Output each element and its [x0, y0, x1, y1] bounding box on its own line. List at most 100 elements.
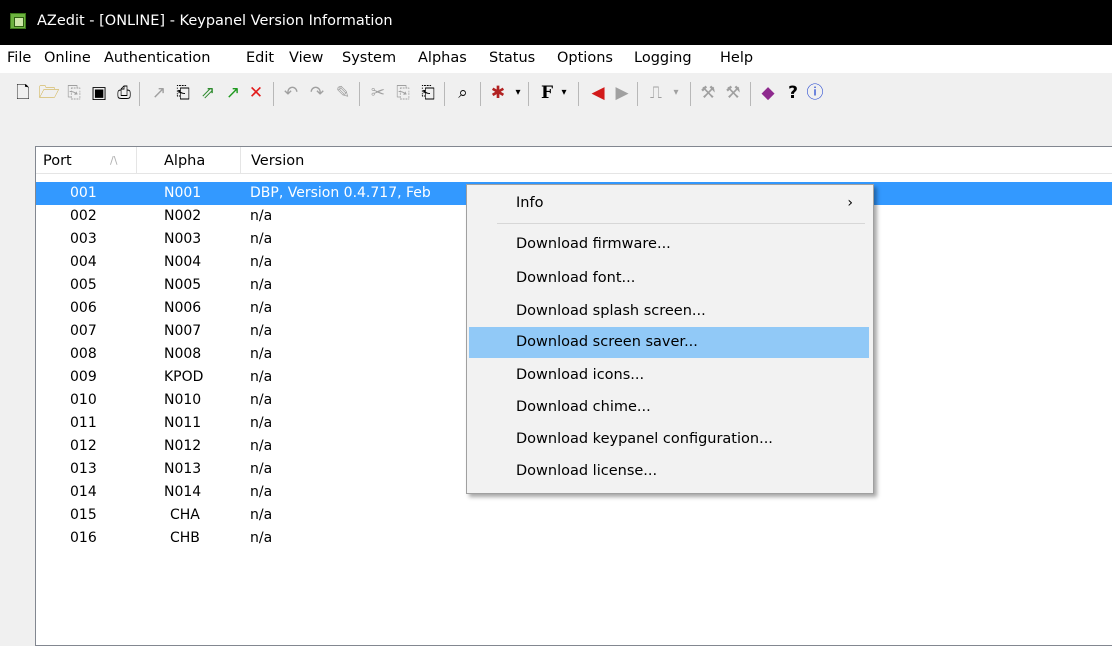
- copy-icon[interactable]: ⎘: [392, 82, 414, 104]
- toolbar-separator: [139, 82, 140, 106]
- cell-alpha: N007: [164, 323, 202, 339]
- cell-port: 011: [70, 415, 97, 431]
- menu-bar: File Online Authentication Edit View Sys…: [0, 45, 1112, 73]
- menu-item-download-icons[interactable]: Download icons...: [469, 360, 869, 391]
- cut-icon[interactable]: ✂: [367, 82, 389, 104]
- menu-item-info[interactable]: Info ›: [469, 188, 869, 219]
- column-header-version[interactable]: Version: [241, 147, 1112, 174]
- paste2-icon[interactable]: ⎗: [417, 82, 439, 104]
- app-icon: [10, 13, 26, 29]
- menu-item-download-splash-screen[interactable]: Download splash screen...: [469, 296, 869, 327]
- menu-authentication[interactable]: Authentication: [104, 50, 210, 66]
- menu-view[interactable]: View: [289, 50, 323, 66]
- menu-status[interactable]: Status: [489, 50, 535, 66]
- menu-item-label: Download keypanel configuration...: [516, 431, 773, 447]
- copy-doc-icon[interactable]: ⎘: [63, 82, 85, 104]
- menu-item-download-license[interactable]: Download license...: [469, 456, 869, 487]
- cell-alpha: N012: [164, 438, 202, 454]
- cell-alpha: KPOD: [164, 369, 204, 385]
- export-icon[interactable]: ⇗: [197, 82, 219, 104]
- usb-dropdown-icon[interactable]: ⎍: [645, 82, 667, 104]
- menu-help[interactable]: Help: [720, 50, 753, 66]
- cell-version: DBP, Version 0.4.717, Feb: [250, 185, 431, 201]
- find-icon[interactable]: ⌕: [452, 82, 474, 104]
- cell-port: 015: [70, 507, 97, 523]
- forward-arrow-icon[interactable]: ▶: [611, 82, 633, 104]
- redo-icon[interactable]: ↷: [306, 82, 328, 104]
- paste-icon[interactable]: ⎗: [172, 82, 194, 104]
- cell-port: 003: [70, 231, 97, 247]
- cell-alpha: N010: [164, 392, 202, 408]
- menu-alphas[interactable]: Alphas: [418, 50, 467, 66]
- save-icon[interactable]: ▣: [88, 82, 110, 104]
- cell-alpha: N011: [164, 415, 202, 431]
- chevron-down-icon[interactable]: ▾: [665, 82, 687, 104]
- cell-port: 005: [70, 277, 97, 293]
- cell-version: n/a: [250, 300, 273, 316]
- hammer-icon[interactable]: ⚒: [697, 82, 719, 104]
- cell-alpha: N008: [164, 346, 202, 362]
- column-header-alpha[interactable]: Alpha: [137, 147, 241, 174]
- wand-icon[interactable]: ↗: [148, 82, 170, 104]
- cell-port: 006: [70, 300, 97, 316]
- menu-item-label: Download chime...: [516, 399, 651, 415]
- menu-file[interactable]: File: [7, 50, 31, 66]
- column-label-version: Version: [251, 153, 305, 169]
- chevron-down-icon[interactable]: ▾: [553, 82, 575, 104]
- cell-port: 012: [70, 438, 97, 454]
- hammer2-icon[interactable]: ⚒: [722, 82, 744, 104]
- toolbar-separator: [528, 82, 529, 106]
- sort-indicator-icon: /\: [110, 154, 118, 167]
- new-icon[interactable]: 🗋: [12, 82, 34, 104]
- menu-options[interactable]: Options: [557, 50, 613, 66]
- menu-online[interactable]: Online: [44, 50, 91, 66]
- help-cursor-icon[interactable]: ?: [782, 82, 804, 104]
- menu-logging[interactable]: Logging: [634, 50, 692, 66]
- table-row[interactable]: 015 CHA n/a: [36, 504, 1112, 527]
- info-icon[interactable]: ⓘ: [804, 82, 826, 104]
- menu-edit[interactable]: Edit: [246, 50, 274, 66]
- menu-item-download-screen-saver[interactable]: Download screen saver...: [469, 327, 869, 358]
- cell-port: 001: [70, 185, 97, 201]
- cell-version: n/a: [250, 231, 273, 247]
- cell-port: 014: [70, 484, 97, 500]
- menu-item-download-firmware[interactable]: Download firmware...: [469, 229, 869, 260]
- cell-version: n/a: [250, 208, 273, 224]
- cell-port: 016: [70, 530, 97, 546]
- cell-alpha: N014: [164, 484, 202, 500]
- chevron-down-icon[interactable]: ▾: [507, 82, 529, 104]
- cell-version: n/a: [250, 392, 273, 408]
- menu-item-download-keypanel-configuration[interactable]: Download keypanel configuration...: [469, 424, 869, 455]
- cell-version: n/a: [250, 484, 273, 500]
- toolbar-separator: [444, 82, 445, 106]
- green-arrow-icon[interactable]: ↗: [222, 82, 244, 104]
- book-icon[interactable]: ◆: [757, 82, 779, 104]
- cell-port: 004: [70, 254, 97, 270]
- title-bar: AZedit - [ONLINE] - Keypanel Version Inf…: [0, 0, 1112, 45]
- menu-item-download-font[interactable]: Download font...: [469, 263, 869, 294]
- back-arrow-icon[interactable]: ◀: [587, 82, 609, 104]
- column-header-port[interactable]: Port /\: [36, 147, 137, 174]
- red-x-icon[interactable]: ✕: [245, 82, 267, 104]
- toolbar-separator: [750, 82, 751, 106]
- toolbar-separator: [637, 82, 638, 106]
- pen-icon[interactable]: ✎: [332, 82, 354, 104]
- toolbar-separator: [690, 82, 691, 106]
- cell-port: 009: [70, 369, 97, 385]
- cell-alpha: N004: [164, 254, 202, 270]
- menu-item-label: Download firmware...: [516, 236, 671, 252]
- undo-icon[interactable]: ↶: [280, 82, 302, 104]
- menu-item-label: Download icons...: [516, 367, 645, 383]
- menu-item-download-chime[interactable]: Download chime...: [469, 392, 869, 423]
- open-icon[interactable]: 🗁: [38, 82, 60, 104]
- bug-dropdown-icon[interactable]: ✱: [487, 82, 509, 104]
- table-row[interactable]: 016 CHB n/a: [36, 527, 1112, 550]
- menu-system[interactable]: System: [342, 50, 396, 66]
- cell-version: n/a: [250, 277, 273, 293]
- cell-version: n/a: [250, 323, 273, 339]
- toolbar-separator: [359, 82, 360, 106]
- print-icon[interactable]: ⎙: [113, 82, 135, 104]
- cell-version: n/a: [250, 369, 273, 385]
- toolbar-separator: [480, 82, 481, 106]
- cell-version: n/a: [250, 507, 273, 523]
